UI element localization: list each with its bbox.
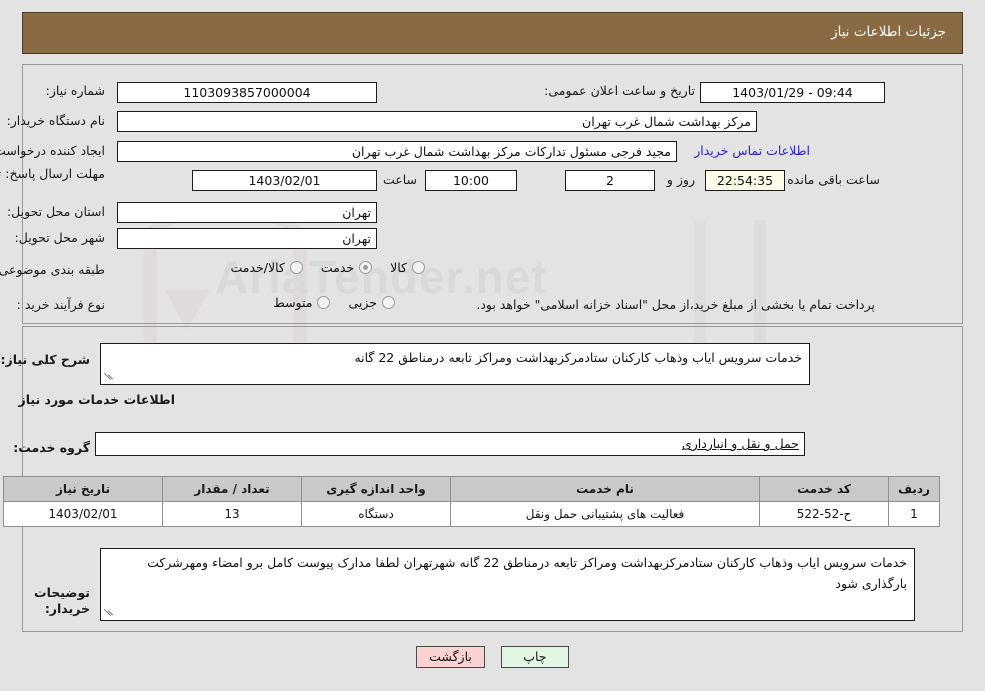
deadline-time-label: ساعت bbox=[382, 172, 417, 187]
general-desc-textarea[interactable]: خدمات سرویس ایاب وذهاب کارکنان ستادمرکزب… bbox=[100, 343, 810, 385]
table-cell-need-date: 1403/02/01 bbox=[3, 501, 163, 527]
requester-label: ایجاد کننده درخواست: bbox=[0, 143, 105, 158]
requester-value: مجید فرجی مسئول تدارکات مرکز بهداشت شمال… bbox=[117, 141, 677, 162]
table-col-header: تعداد / مقدار bbox=[162, 476, 302, 502]
process-radio-icon[interactable] bbox=[317, 296, 331, 309]
service-group-value-box: حمل و نقل و انبارداری bbox=[95, 432, 805, 456]
service-group-value: حمل و نقل و انبارداری bbox=[681, 436, 799, 451]
page-header: جزئیات اطلاعات نیاز bbox=[22, 12, 963, 54]
summary-panel bbox=[22, 64, 963, 324]
table-cell-service-code: ح-52-522 bbox=[759, 501, 889, 527]
table-cell-row: 1 bbox=[888, 501, 940, 527]
remaining-days-value: 2 bbox=[565, 170, 655, 191]
table-col-header: تاریخ نیاز bbox=[3, 476, 163, 502]
public-announce-value: 09:44 - 1403/01/29 bbox=[700, 82, 885, 103]
category-option-label: کالا bbox=[390, 260, 407, 275]
process-option-label: متوسط bbox=[273, 295, 313, 310]
table-cell-unit: دستگاه bbox=[301, 501, 451, 527]
need-number-value: 1103093857000004 bbox=[117, 82, 377, 103]
buyer-contact-link[interactable]: اطلاعات تماس خریدار bbox=[694, 143, 810, 158]
process-radio-group[interactable]: جزیی متوسط bbox=[255, 295, 395, 312]
city-label: شهر محل تحویل: bbox=[14, 230, 105, 245]
table-col-header: واحد اندازه گیری bbox=[301, 476, 451, 502]
table-header-row: ردیف کد خدمت نام خدمت واحد اندازه گیری تعداد… bbox=[3, 476, 940, 502]
page-title: جزئیات اطلاعات نیاز bbox=[831, 24, 946, 41]
table-body: 1 ح-52-522 فعالیت های پشتیبانی حمل ونقل دست… bbox=[3, 501, 940, 527]
province-value: تهران bbox=[117, 202, 377, 223]
category-option-2[interactable]: کالا/خدمت bbox=[230, 260, 303, 275]
process-radio-icon[interactable] bbox=[382, 296, 395, 309]
category-radio-icon[interactable] bbox=[359, 261, 373, 274]
public-announce-label: تاریخ و ساعت اعلان عمومی: bbox=[544, 83, 695, 98]
category-radio-group[interactable]: کالا خدمت کالا/خدمت bbox=[212, 260, 425, 277]
deadline-label: مهلت ارسال پاسخ: تا تاریخ: bbox=[0, 166, 105, 181]
resize-grip-icon[interactable] bbox=[104, 608, 114, 618]
service-group-label: گروه خدمت: bbox=[13, 440, 90, 455]
back-button[interactable]: بازگشت bbox=[416, 646, 485, 668]
table-row: 1 ح-52-522 فعالیت های پشتیبانی حمل ونقل دست… bbox=[3, 501, 940, 527]
remaining-days-text: روز و bbox=[666, 172, 695, 187]
process-label: نوع فرآیند خرید : bbox=[16, 297, 105, 312]
process-option-0[interactable]: جزیی bbox=[348, 295, 395, 310]
services-table: ردیف کد خدمت نام خدمت واحد اندازه گیری تعداد… bbox=[3, 476, 940, 527]
deadline-date-value: 1403/02/01 bbox=[192, 170, 377, 191]
table-col-header: نام خدمت bbox=[450, 476, 760, 502]
buyer-notes-label: توضیحات خریدار: bbox=[34, 585, 90, 616]
category-option-label: خدمت bbox=[320, 260, 355, 275]
remaining-clock-text: ساعت باقی مانده bbox=[787, 172, 880, 187]
category-option-0[interactable]: کالا bbox=[390, 260, 425, 275]
button-bar: چاپ بازگشت bbox=[0, 646, 985, 668]
services-info-title: اطلاعات خدمات مورد نیاز bbox=[18, 392, 176, 407]
process-option-1[interactable]: متوسط bbox=[273, 295, 331, 310]
table-cell-quantity: 13 bbox=[162, 501, 302, 527]
category-option-label: کالا/خدمت bbox=[230, 260, 285, 275]
buyer-notes-textarea[interactable]: خدمات سرویس ایاب وذهاب کارکنان ستادمرکزب… bbox=[100, 548, 915, 621]
category-label: طبقه بندی موضوعی: bbox=[0, 262, 105, 277]
category-radio-icon[interactable] bbox=[289, 261, 303, 274]
need-number-label: شماره نیاز: bbox=[45, 83, 105, 98]
city-value: تهران bbox=[117, 228, 377, 249]
general-desc-label: شرح کلی نیاز: bbox=[0, 352, 90, 367]
table-col-header: کد خدمت bbox=[759, 476, 889, 502]
province-label: استان محل تحویل: bbox=[6, 204, 105, 219]
resize-grip-icon[interactable] bbox=[104, 372, 114, 382]
deadline-time-value: 10:00 bbox=[425, 170, 517, 191]
payment-note: پرداخت تمام یا بخشی از مبلغ خرید،از محل … bbox=[476, 297, 875, 312]
category-option-1[interactable]: خدمت bbox=[320, 260, 373, 275]
general-desc-value: خدمات سرویس ایاب وذهاب کارکنان ستادمرکزب… bbox=[354, 350, 802, 365]
table-col-header: ردیف bbox=[888, 476, 940, 502]
category-radio-icon[interactable] bbox=[412, 261, 425, 274]
buyer-org-value: مرکز بهداشت شمال غرب تهران bbox=[117, 111, 757, 132]
process-option-label: جزیی bbox=[348, 295, 377, 310]
buyer-org-label: نام دستگاه خریدار: bbox=[6, 113, 105, 128]
remaining-clock-value: 22:54:35 bbox=[705, 170, 785, 191]
print-button[interactable]: چاپ bbox=[500, 646, 569, 668]
buyer-notes-value: خدمات سرویس ایاب وذهاب کارکنان ستادمرکزب… bbox=[147, 555, 907, 591]
table-cell-service-name: فعالیت های پشتیبانی حمل ونقل bbox=[450, 501, 760, 527]
